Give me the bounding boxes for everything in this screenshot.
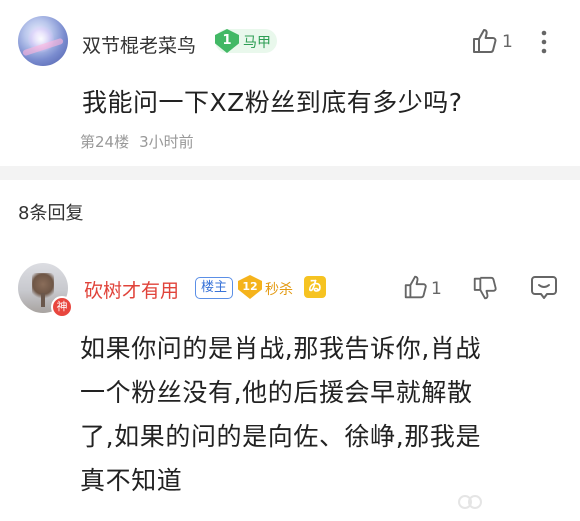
section-divider [0, 166, 580, 180]
level-name: 马甲 [243, 35, 271, 51]
post-text: 我能问一下XZ粉丝到底有多少吗? [82, 88, 463, 117]
like-count: 1 [502, 32, 513, 52]
post-username[interactable]: 双节棍老菜鸟 [82, 31, 196, 58]
reply-text: 如果你问的是肖战,那我告诉你,肖战 一个粉丝没有,他的后援会早就解散 了,如果的… [80, 327, 560, 503]
more-icon[interactable] [532, 28, 556, 56]
reply-icon[interactable] [530, 273, 558, 301]
avatar-badge: 神 [51, 296, 73, 318]
floor-number: 第24楼 [80, 133, 130, 151]
post-meta: 第24楼 3小时前 [80, 131, 194, 152]
reply-username[interactable]: 砍树才有用 [84, 276, 179, 303]
membership-icon: ゐ [304, 276, 326, 298]
reply-line: 真不知道 [80, 466, 183, 495]
level-shield-icon: 1 [215, 29, 239, 53]
level-badge-icon: 12 [238, 275, 262, 299]
reply-count-header: 8条回复 [18, 203, 84, 224]
avatar[interactable] [18, 16, 68, 66]
thumbs-down-icon[interactable] [471, 275, 499, 303]
reply-line: 一个粉丝没有,他的后援会早就解散 [80, 378, 473, 407]
level-badge: 1 马甲 [215, 29, 277, 53]
reply-avatar[interactable]: 神 [18, 263, 73, 318]
reply-line: 了,如果的问的是向佐、徐峥,那我是 [80, 422, 482, 451]
watermark-icon [458, 495, 482, 509]
thumbs-up-icon[interactable] [470, 26, 500, 56]
thumbs-up-icon[interactable] [402, 273, 430, 301]
reply-level-name: 秒杀 [265, 282, 293, 298]
op-tag: 楼主 [195, 277, 234, 299]
reply-line: 如果你问的是肖战,那我告诉你,肖战 [80, 334, 482, 363]
post-time: 3小时前 [139, 133, 194, 151]
reply-like-count: 1 [431, 279, 442, 299]
